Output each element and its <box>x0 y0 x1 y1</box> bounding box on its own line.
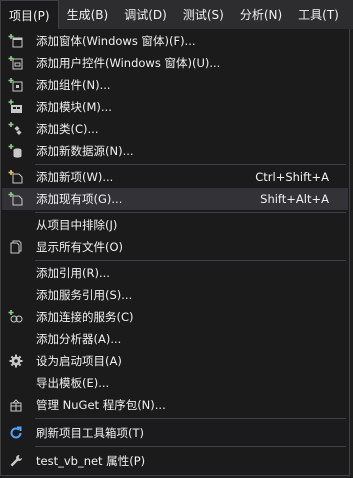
menu-separator <box>35 212 346 213</box>
menu-item-label: 添加新数据源(N)... <box>36 144 134 158</box>
menu-item-label: 添加模块(M)... <box>36 100 112 114</box>
project-menu-dropdown: 添加窗体(Windows 窗体)(F)... 添加用户控件(Windows 窗体… <box>0 29 350 476</box>
add-existing-item-icon <box>2 188 30 210</box>
menu-build[interactable]: 生成(B) <box>59 0 117 29</box>
menu-bar: 项目(P) 生成(B) 调试(D) 测试(S) 分析(N) 工具(T) <box>0 0 353 29</box>
add-component-icon <box>2 74 30 96</box>
menu-separator <box>35 446 346 447</box>
menu-item-shortcut: Ctrl+Shift+A <box>255 170 329 184</box>
menu-project-label: 项目(P) <box>9 8 50 23</box>
menu-item-add-user-control[interactable]: 添加用户控件(Windows 窗体)(U)... <box>2 52 348 74</box>
connected-service-icon <box>2 306 30 328</box>
menu-debug[interactable]: 调试(D) <box>116 0 175 29</box>
add-module-icon <box>2 96 30 118</box>
menu-analyze-label: 分析(N) <box>239 8 283 22</box>
menu-item-show-all-files[interactable]: 显示所有文件(O) <box>2 236 348 258</box>
menu-item-exclude-from-project[interactable]: 从项目中排除(J) <box>2 214 348 236</box>
menu-item-export-template[interactable]: 导出模板(E)... <box>2 372 348 394</box>
menu-tools[interactable]: 工具(T) <box>290 0 347 29</box>
menu-item-add-module[interactable]: 添加模块(M)... <box>2 96 348 118</box>
wrench-icon <box>2 450 30 472</box>
menu-build-label: 生成(B) <box>66 8 109 22</box>
menu-project[interactable]: 项目(P) <box>0 0 59 29</box>
menu-item-label: 添加分析器(A)... <box>36 332 122 346</box>
menu-item-label: 添加服务引用(S)... <box>36 288 133 302</box>
add-class-icon <box>2 118 30 140</box>
menu-item-label: 添加组件(N)... <box>36 78 111 92</box>
menu-item-label: 显示所有文件(O) <box>36 240 124 254</box>
menu-item-label: 添加引用(R)... <box>36 266 110 280</box>
add-new-item-icon <box>2 166 30 188</box>
menu-item-add-component[interactable]: 添加组件(N)... <box>2 74 348 96</box>
menu-item-manage-nuget[interactable]: 管理 NuGet 程序包(N)... <box>2 394 348 416</box>
gear-icon <box>2 350 30 372</box>
menu-item-label: 设为启动项目(A) <box>36 354 122 368</box>
menu-separator <box>35 260 346 261</box>
add-form-icon <box>2 30 30 52</box>
menu-item-add-data-source[interactable]: 添加新数据源(N)... <box>2 140 348 162</box>
menu-item-add-class[interactable]: 添加类(C)... <box>2 118 348 140</box>
menu-item-label: 添加类(C)... <box>36 122 99 136</box>
menu-item-set-as-startup[interactable]: 设为启动项目(A) <box>2 350 348 372</box>
menu-item-add-analyzer[interactable]: 添加分析器(A)... <box>2 328 348 350</box>
menu-item-add-reference[interactable]: 添加引用(R)... <box>2 262 348 284</box>
add-user-control-icon <box>2 52 30 74</box>
menu-item-label: 导出模板(E)... <box>36 376 110 390</box>
nuget-package-icon <box>2 394 30 416</box>
menu-item-add-connected-service[interactable]: 添加连接的服务(C) <box>2 306 348 328</box>
show-all-files-icon <box>2 236 30 258</box>
menu-item-label: 从项目中排除(J) <box>36 218 118 232</box>
menu-item-add-new-item[interactable]: 添加新项(W)... Ctrl+Shift+A <box>2 166 348 188</box>
menu-item-label: test_vb_net 属性(P) <box>36 454 146 468</box>
menu-item-label: 添加用户控件(Windows 窗体)(U)... <box>36 56 221 70</box>
menu-item-label: 添加连接的服务(C) <box>36 310 134 324</box>
menu-item-label: 刷新项目工具箱项(T) <box>36 426 144 440</box>
menu-separator <box>35 418 346 419</box>
menu-debug-label: 调试(D) <box>124 8 167 22</box>
menu-item-label: 添加窗体(Windows 窗体)(F)... <box>36 34 196 48</box>
menu-item-properties[interactable]: test_vb_net 属性(P) <box>2 450 348 472</box>
menu-separator <box>35 164 346 165</box>
menu-test[interactable]: 测试(S) <box>175 0 232 29</box>
menu-item-add-existing-item[interactable]: 添加现有项(G)... Shift+Alt+A <box>2 188 348 210</box>
menu-item-refresh-toolbox[interactable]: 刷新项目工具箱项(T) <box>2 422 348 444</box>
menu-analyze[interactable]: 分析(N) <box>232 0 290 29</box>
refresh-icon <box>2 422 30 444</box>
menu-item-add-form[interactable]: 添加窗体(Windows 窗体)(F)... <box>2 30 348 52</box>
add-data-source-icon <box>2 140 30 162</box>
menu-tools-label: 工具(T) <box>298 8 339 22</box>
menu-item-shortcut: Shift+Alt+A <box>260 192 329 206</box>
menu-item-add-service-reference[interactable]: 添加服务引用(S)... <box>2 284 348 306</box>
menu-item-label: 管理 NuGet 程序包(N)... <box>36 398 166 412</box>
menu-test-label: 测试(S) <box>182 8 224 22</box>
